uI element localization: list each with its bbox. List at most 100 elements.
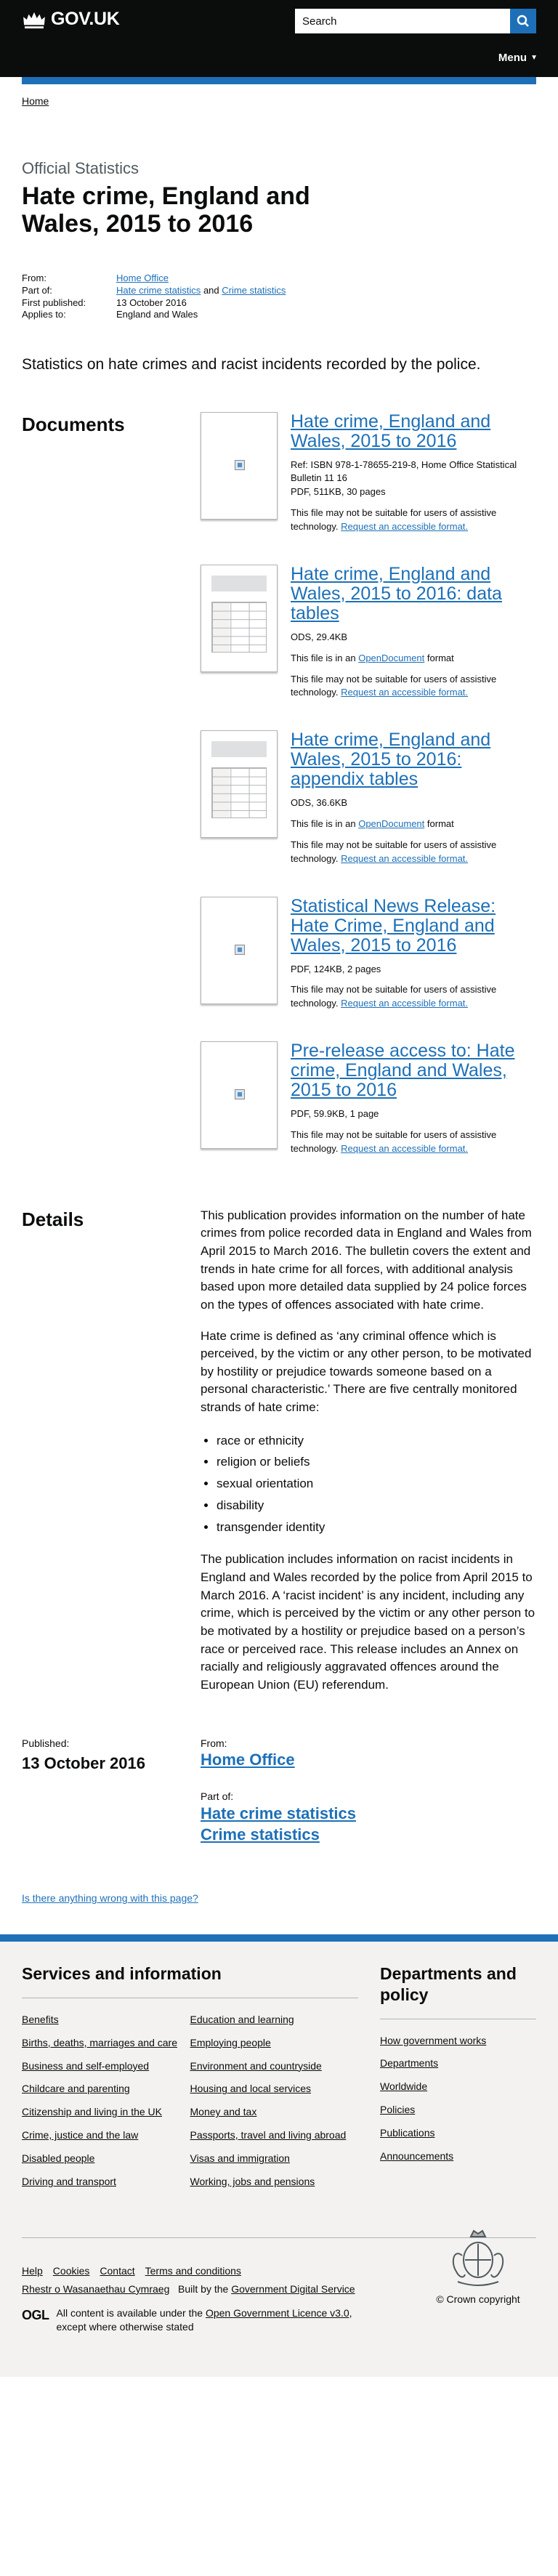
list-item: religion or beliefs — [217, 1451, 536, 1473]
footer-link[interactable]: Births, deaths, marriages and care — [22, 2037, 177, 2048]
metadata: From: Home Office Part of: Hate crime st… — [22, 272, 536, 322]
document-thumbnail[interactable] — [201, 730, 278, 839]
partof-link[interactable]: Hate crime statistics — [201, 1804, 356, 1825]
from-label: From: — [201, 1737, 227, 1749]
list-item: Money and tax — [190, 2105, 359, 2119]
documents-heading: Documents — [22, 413, 125, 435]
list-item: Benefits — [22, 2013, 190, 2027]
footer-link[interactable]: Crime, justice and the law — [22, 2129, 138, 2141]
footer-link[interactable]: Working, jobs and pensions — [190, 2176, 315, 2187]
footer-link[interactable]: How government works — [380, 2035, 486, 2046]
document-title-link[interactable]: Hate crime, England and Wales, 2015 to 2… — [291, 411, 536, 451]
document-item: Pre-release access to: Hate crime, Engla… — [201, 1041, 536, 1156]
meta-partof-link-1[interactable]: Hate crime statistics — [116, 285, 201, 296]
footer-link[interactable]: Driving and transport — [22, 2176, 116, 2187]
page-caption: Official Statistics — [22, 158, 139, 177]
opendocument-prefix: This file is in an — [291, 818, 356, 830]
opendocument-note: This file is in an OpenDocument format — [291, 817, 536, 831]
services-heading: Services and information — [22, 1963, 358, 1998]
list-item: Passports, travel and living abroad — [190, 2128, 359, 2142]
footer-link[interactable]: Business and self-employed — [22, 2060, 149, 2072]
footer-meta: Help Cookies Contact Terms and condition… — [22, 2229, 536, 2334]
list-item: How government works — [380, 2034, 536, 2048]
documents-section: Documents Hate crime, England and Wales,… — [22, 411, 536, 1187]
report-problem: Is there anything wrong with this page? — [22, 1891, 536, 1905]
list-item: Disabled people — [22, 2152, 190, 2165]
from-org-link[interactable]: Home Office — [201, 1750, 356, 1771]
partof-link[interactable]: Crime statistics — [201, 1825, 356, 1846]
gds-link[interactable]: Government Digital Service — [231, 2283, 355, 2295]
footer-link[interactable]: Passports, travel and living abroad — [190, 2129, 347, 2141]
footer-link[interactable]: Employing people — [190, 2037, 271, 2048]
breadcrumb-home-link[interactable]: Home — [22, 95, 49, 107]
footer-help-link[interactable]: Help — [22, 2264, 43, 2278]
footer-link[interactable]: Publications — [380, 2127, 435, 2139]
footer-link[interactable]: Environment and countryside — [190, 2060, 322, 2072]
footer-link[interactable]: Benefits — [22, 2014, 59, 2025]
search-button[interactable] — [510, 9, 536, 33]
footer-link[interactable]: Policies — [380, 2104, 415, 2115]
list-item: Environment and countryside — [190, 2059, 359, 2073]
opendocument-link[interactable]: OpenDocument — [358, 818, 424, 829]
licence-row: OGL All content is available under the O… — [22, 2306, 536, 2334]
list-item: Departments — [380, 2056, 536, 2070]
footer-link[interactable]: Disabled people — [22, 2152, 94, 2164]
request-accessible-format-link[interactable]: Request an accessible format. — [341, 998, 468, 1009]
footer-terms-link[interactable]: Terms and conditions — [145, 2264, 241, 2278]
search-input[interactable] — [295, 9, 510, 33]
request-accessible-format-link[interactable]: Request an accessible format. — [341, 687, 468, 698]
published-block: Published: 13 October 2016 — [22, 1737, 201, 1846]
footer-cookies-link[interactable]: Cookies — [53, 2264, 90, 2278]
crown-copyright-link[interactable]: © Crown copyright — [427, 2226, 529, 2306]
request-accessible-format-link[interactable]: Request an accessible format. — [341, 853, 468, 864]
meta-partof-link-2[interactable]: Crime statistics — [222, 285, 286, 296]
document-thumbnail[interactable] — [201, 896, 278, 1004]
menu-button[interactable]: Menu ▼ — [498, 51, 538, 65]
menu-bar: Menu ▼ — [0, 52, 558, 77]
spreadsheet-icon — [211, 601, 267, 653]
footer-link[interactable]: Housing and local services — [190, 2083, 312, 2094]
list-item: Visas and immigration — [190, 2152, 359, 2165]
licence-link[interactable]: Open Government Licence v3.0, — [206, 2307, 352, 2319]
organisation-block: From: Home Office Part of: Hate crime st… — [201, 1737, 356, 1846]
footer-welsh-link[interactable]: Rhestr o Wasanaethau Cymraeg — [22, 2283, 169, 2295]
built-by-text: Built by the — [178, 2282, 229, 2295]
meta-partof: Part of: Hate crime statistics and Crime… — [22, 285, 536, 297]
accessibility-note: This file may not be suitable for users … — [291, 1128, 536, 1156]
document-thumbnail[interactable] — [201, 411, 278, 520]
govuk-logo-link[interactable]: GOV.UK — [22, 7, 120, 32]
footer-link[interactable]: Visas and immigration — [190, 2152, 290, 2164]
request-accessible-format-link[interactable]: Request an accessible format. — [341, 1143, 468, 1154]
document-title-link[interactable]: Hate crime, England and Wales, 2015 to 2… — [291, 730, 536, 789]
footer-link[interactable]: Announcements — [380, 2150, 453, 2162]
document-title-link[interactable]: Statistical News Release: Hate Crime, En… — [291, 896, 536, 956]
departments-section: Departments and policy How government wo… — [380, 1963, 536, 2198]
footer-link[interactable]: Citizenship and living in the UK — [22, 2106, 162, 2117]
details-heading: Details — [22, 1208, 84, 1230]
footer-link[interactable]: Worldwide — [380, 2080, 427, 2092]
opendocument-link[interactable]: OpenDocument — [358, 653, 424, 663]
document-title-link[interactable]: Pre-release access to: Hate crime, Engla… — [291, 1041, 536, 1100]
list-item: Working, jobs and pensions — [190, 2175, 359, 2189]
licence-text: All content is available under the Open … — [57, 2306, 352, 2334]
document-attributes: ODS, 36.6KB — [291, 797, 348, 809]
document-thumbnail[interactable] — [201, 1041, 278, 1150]
list-item: Crime, justice and the law — [22, 2128, 190, 2142]
spreadsheet-header-shape — [211, 575, 267, 591]
document-thumbnail[interactable] — [201, 564, 278, 672]
request-accessible-format-link[interactable]: Request an accessible format. — [341, 521, 468, 532]
chevron-down-icon: ▼ — [530, 54, 538, 62]
footer-link[interactable]: Education and learning — [190, 2014, 294, 2025]
list-item: Announcements — [380, 2149, 536, 2163]
footer-link[interactable]: Money and tax — [190, 2106, 257, 2117]
list-item: Policies — [380, 2103, 536, 2117]
report-problem-link[interactable]: Is there anything wrong with this page? — [22, 1892, 198, 1904]
document-info: Hate crime, England and Wales, 2015 to 2… — [291, 411, 536, 534]
footer-link[interactable]: Childcare and parenting — [22, 2083, 130, 2094]
document-title-link[interactable]: Hate crime, England and Wales, 2015 to 2… — [291, 564, 536, 623]
meta-published: First published: 13 October 2016 — [22, 297, 536, 310]
document-attributes: PDF, 59.9KB, 1 page — [291, 1108, 379, 1120]
footer-contact-link[interactable]: Contact — [100, 2264, 134, 2278]
meta-from-link[interactable]: Home Office — [116, 272, 169, 285]
footer-link[interactable]: Departments — [380, 2057, 438, 2069]
